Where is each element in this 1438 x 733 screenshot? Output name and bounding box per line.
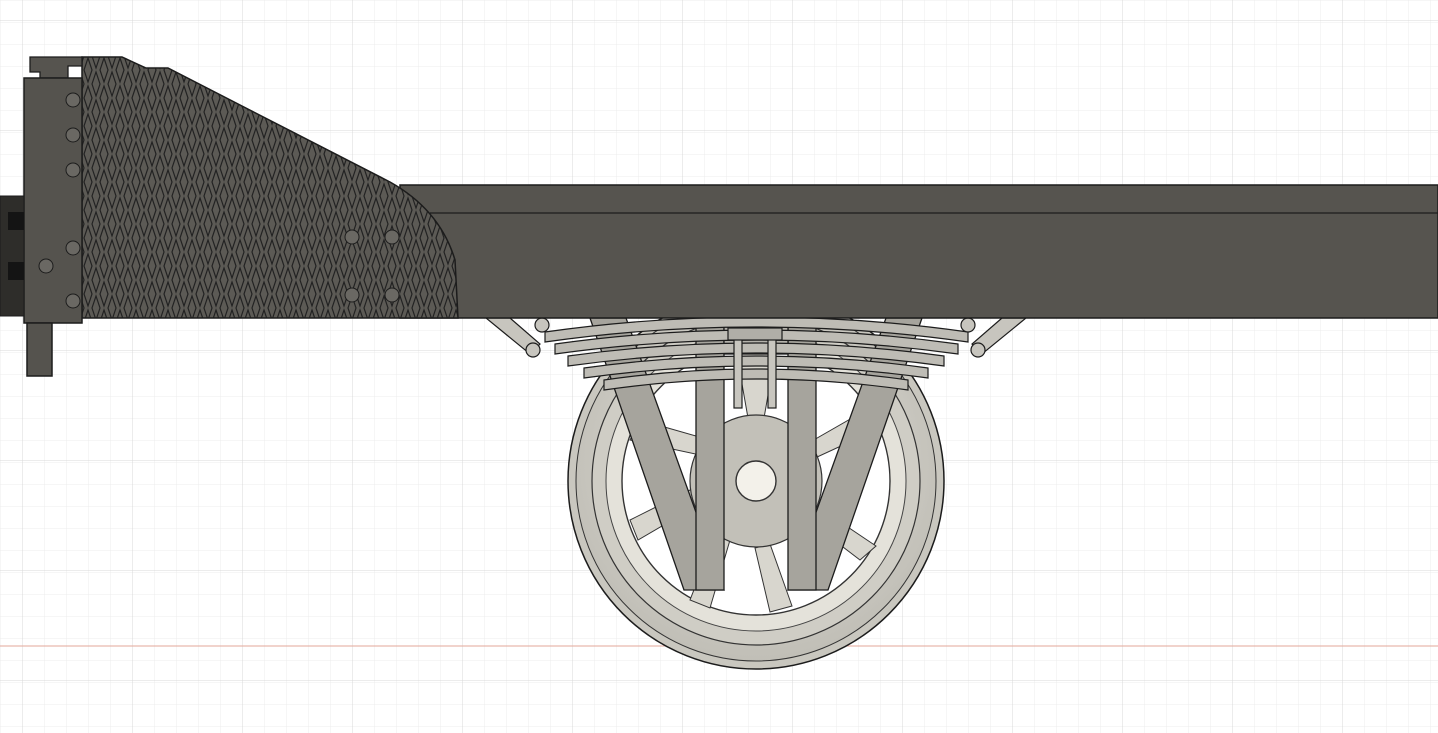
frame-rail[interactable]: [399, 184, 1438, 319]
cad-viewport-canvas[interactable]: [0, 0, 1438, 733]
model-side-view[interactable]: [0, 0, 1438, 733]
